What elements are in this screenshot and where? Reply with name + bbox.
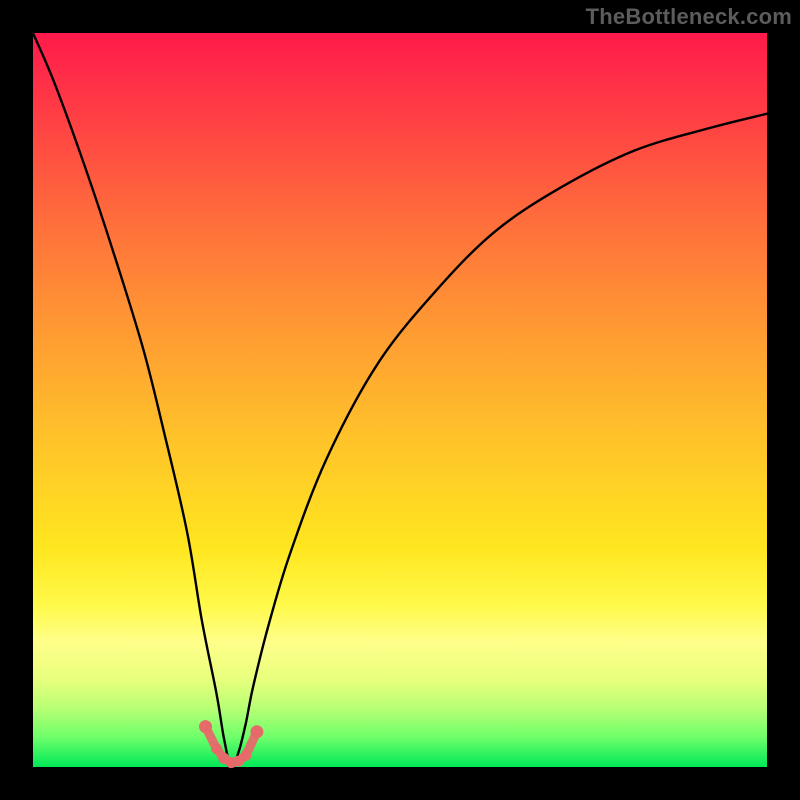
bottleneck-curve-line <box>33 33 767 767</box>
highlight-dot <box>240 750 251 761</box>
highlight-dots-group <box>199 720 263 768</box>
highlight-dot <box>199 720 212 733</box>
highlight-dot <box>211 743 222 754</box>
curve-svg <box>33 33 767 767</box>
plot-area <box>33 33 767 767</box>
highlight-dot <box>250 725 263 738</box>
watermark-text: TheBottleneck.com <box>586 4 792 30</box>
chart-frame: TheBottleneck.com <box>0 0 800 800</box>
